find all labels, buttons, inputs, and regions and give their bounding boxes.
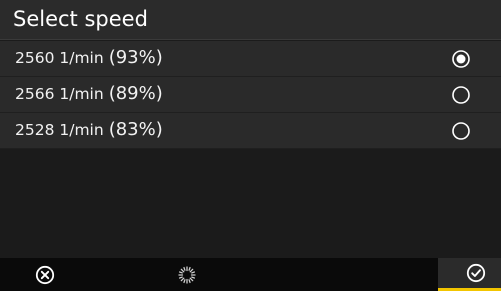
radio-unselected-icon[interactable]	[452, 86, 470, 104]
page-title: Select speed	[13, 7, 148, 31]
speed-option-list: 2560 1/min (93%) 2566 1/min (89%) 2528 1/m…	[0, 41, 501, 149]
radio-selected-icon[interactable]	[452, 50, 470, 68]
empty-content-area	[0, 150, 501, 258]
cancel-button[interactable]	[0, 258, 90, 291]
speed-value: 2566 1/min	[15, 85, 104, 103]
footer-toolbar	[0, 258, 501, 291]
header-bar: Select speed	[0, 0, 501, 40]
speed-value: 2528 1/min	[15, 121, 104, 139]
speed-option-3[interactable]: 2528 1/min (83%)	[0, 113, 501, 149]
speed-value: 2560 1/min	[15, 49, 104, 67]
speed-percent: (93%)	[108, 47, 163, 68]
spinner-icon	[178, 266, 196, 284]
speed-option-1[interactable]: 2560 1/min (93%)	[0, 41, 501, 77]
radio-unselected-icon[interactable]	[452, 122, 470, 140]
speed-percent: (89%)	[108, 83, 163, 104]
speed-option-label: 2560 1/min (93%)	[15, 47, 163, 69]
check-circle-icon	[466, 263, 486, 283]
speed-percent: (83%)	[108, 119, 163, 140]
speed-option-label: 2528 1/min (83%)	[15, 119, 163, 141]
speed-option-label: 2566 1/min (89%)	[15, 83, 163, 105]
busy-indicator	[150, 258, 230, 291]
close-circle-icon	[35, 265, 55, 285]
speed-option-2[interactable]: 2566 1/min (89%)	[0, 77, 501, 113]
confirm-button[interactable]	[438, 258, 501, 291]
